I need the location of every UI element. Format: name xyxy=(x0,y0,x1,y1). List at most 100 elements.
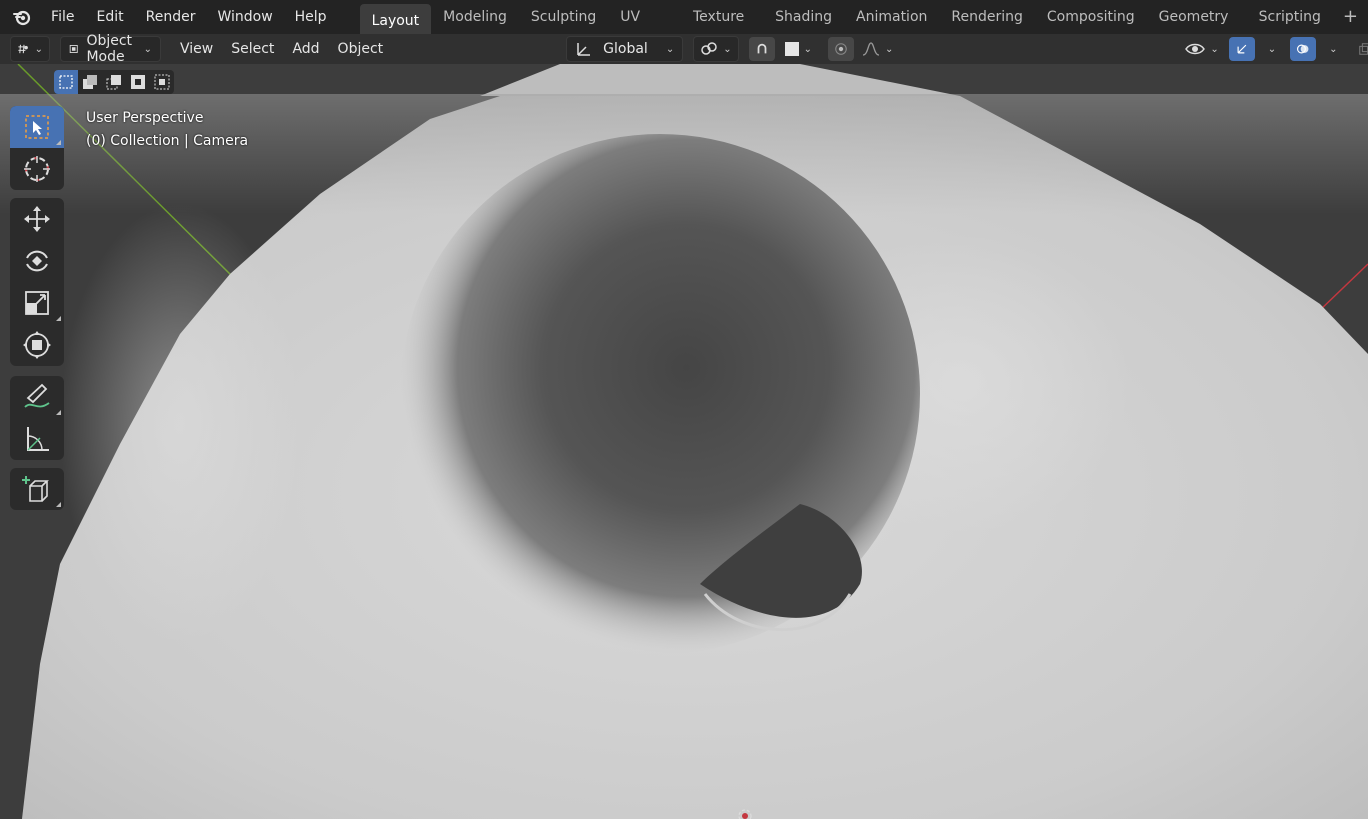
select-intersect-icon xyxy=(154,74,170,90)
collection-label: (0) Collection | Camera xyxy=(86,133,249,149)
menu-render[interactable]: Render xyxy=(135,0,207,34)
mode-label: Object Mode xyxy=(86,33,133,65)
add-workspace-button[interactable]: + xyxy=(1333,0,1368,34)
snap-increment-icon xyxy=(784,42,799,56)
chevron-down-icon: ⌄ xyxy=(885,43,894,55)
proportional-edit-toggle[interactable] xyxy=(828,37,854,61)
tool-options-corner xyxy=(56,410,61,415)
select-box-icon xyxy=(25,115,49,139)
xray-icon xyxy=(1358,43,1368,55)
tab-geometry-nodes[interactable]: Geometry Nodes xyxy=(1147,4,1247,51)
tool-options-corner xyxy=(56,316,61,321)
xray-toggle[interactable] xyxy=(1352,37,1368,61)
tool-options-corner xyxy=(56,502,61,507)
select-new-button[interactable] xyxy=(54,70,78,94)
toolbar-annotate-group xyxy=(10,376,64,460)
select-invert-icon xyxy=(131,75,145,89)
viewport-info: User Perspective (0) Collection | Camera xyxy=(86,107,248,153)
snap-target-dropdown[interactable]: ⌄ xyxy=(779,37,818,61)
measure-icon xyxy=(27,427,49,451)
tab-sculpting[interactable]: Sculpting xyxy=(519,4,608,30)
orientation-dropdown[interactable]: Global ⌄ xyxy=(566,36,684,62)
menu-select[interactable]: Select xyxy=(222,34,283,64)
menu-file[interactable]: File xyxy=(40,0,85,34)
menu-object[interactable]: Object xyxy=(329,34,393,64)
gizmo-dropdown[interactable]: ⌄ xyxy=(1257,37,1282,61)
tool-add-cube[interactable] xyxy=(10,468,64,510)
tool-annotate[interactable] xyxy=(10,376,64,418)
menu-view[interactable]: View xyxy=(171,34,222,64)
snap-toggle[interactable] xyxy=(748,37,775,61)
toolbar-select-group xyxy=(10,106,64,190)
tool-cursor[interactable] xyxy=(10,148,64,190)
toolbar-transform-group xyxy=(10,198,64,366)
gizmo-toggle[interactable] xyxy=(1228,37,1255,61)
select-subtract-icon xyxy=(106,75,121,90)
annotate-icon xyxy=(24,383,50,408)
chevron-down-icon: ⌄ xyxy=(1210,43,1219,55)
select-extend-icon xyxy=(83,75,97,89)
perspective-label: User Perspective xyxy=(86,110,204,126)
select-extend-button[interactable] xyxy=(78,70,102,94)
orientation-label: Global xyxy=(603,41,648,57)
pivot-link-icon xyxy=(701,42,717,55)
rotate-icon xyxy=(26,250,48,272)
orientation-icon xyxy=(577,43,591,56)
eye-icon xyxy=(1185,43,1206,55)
viewport-header: ⌄ Object Mode ⌄ View Select Add Object G… xyxy=(0,33,1368,65)
chevron-down-icon: ⌄ xyxy=(1329,43,1338,55)
move-icon xyxy=(24,206,50,232)
tab-compositing[interactable]: Compositing xyxy=(1035,4,1147,30)
chevron-down-icon: ⌄ xyxy=(723,43,732,55)
blender-logo-icon[interactable] xyxy=(12,6,32,28)
tool-select-box[interactable] xyxy=(10,106,64,148)
falloff-curve-icon xyxy=(862,42,880,56)
chevron-down-icon: ⌄ xyxy=(143,43,152,55)
overlays-dropdown[interactable]: ⌄ xyxy=(1318,37,1343,61)
menu-add[interactable]: Add xyxy=(283,34,328,64)
chevron-down-icon: ⌄ xyxy=(665,43,675,55)
tool-transform[interactable] xyxy=(10,324,64,366)
chevron-down-icon: ⌄ xyxy=(1267,43,1277,55)
tool-rotate[interactable] xyxy=(10,240,64,282)
toolbar-add-group xyxy=(10,468,64,510)
select-new-icon xyxy=(59,75,73,89)
x-axis-line xyxy=(1317,263,1368,313)
overlays-icon xyxy=(1297,44,1309,54)
select-subtract-button[interactable] xyxy=(102,70,126,94)
scale-icon xyxy=(25,291,49,315)
3d-viewport[interactable]: User Perspective (0) Collection | Camera xyxy=(0,64,1368,819)
tab-uv-editing[interactable]: UV Editing xyxy=(608,4,681,51)
tool-scale[interactable] xyxy=(10,282,64,324)
chevron-down-icon: ⌄ xyxy=(803,43,812,55)
tab-modeling[interactable]: Modeling xyxy=(431,4,519,30)
tab-layout[interactable]: Layout xyxy=(359,4,432,34)
proportional-edit-icon xyxy=(835,43,847,55)
mode-dropdown[interactable]: Object Mode ⌄ xyxy=(60,33,161,65)
pivot-dropdown[interactable]: ⌄ xyxy=(693,36,739,62)
tool-move[interactable] xyxy=(10,198,64,240)
tab-rendering[interactable]: Rendering xyxy=(939,4,1035,30)
select-intersect-button[interactable] xyxy=(150,70,174,94)
select-invert-button[interactable] xyxy=(126,70,150,94)
workspace-tabs: Layout Modeling Sculpting UV Editing Tex… xyxy=(359,0,1368,51)
scene-render xyxy=(0,64,1368,819)
chevron-down-icon: ⌄ xyxy=(34,43,43,55)
selection-mode-group xyxy=(54,70,174,94)
menu-help[interactable]: Help xyxy=(284,0,338,34)
falloff-dropdown[interactable]: ⌄ xyxy=(856,37,899,61)
menu-edit[interactable]: Edit xyxy=(85,0,134,34)
tab-scripting[interactable]: Scripting xyxy=(1247,4,1333,30)
editor-type-icon xyxy=(18,44,28,54)
tab-texture-paint[interactable]: Texture Paint xyxy=(681,4,763,51)
cursor-icon xyxy=(24,156,50,182)
visibility-dropdown[interactable]: ⌄ xyxy=(1179,37,1224,61)
overlays-toggle[interactable] xyxy=(1290,37,1317,61)
tool-options-corner xyxy=(56,140,61,145)
tab-animation[interactable]: Animation xyxy=(844,4,939,30)
magnet-icon xyxy=(757,43,766,54)
tab-shading[interactable]: Shading xyxy=(763,4,844,30)
tool-measure[interactable] xyxy=(10,418,64,460)
menu-window[interactable]: Window xyxy=(206,0,283,34)
editor-type-button[interactable]: ⌄ xyxy=(10,36,50,62)
